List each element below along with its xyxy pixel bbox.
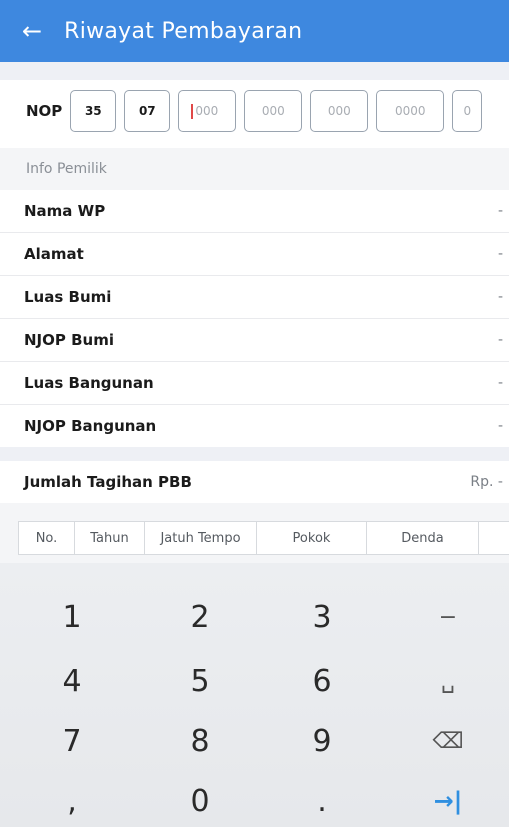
key-1[interactable]: 1: [22, 589, 122, 645]
key-5[interactable]: 5: [150, 653, 250, 709]
info-row-njop-bumi: NJOP Bumi -: [0, 319, 509, 362]
page-title: Riwayat Pembayaran: [64, 18, 303, 44]
column-header-no: No.: [19, 522, 75, 554]
key-3[interactable]: 3: [272, 589, 372, 645]
table-header: No. Tahun Jatuh Tempo Pokok Denda: [18, 521, 509, 555]
column-header-extra: [479, 522, 509, 554]
next-icon[interactable]: →|: [398, 773, 498, 829]
info-value: -: [497, 332, 503, 348]
info-list: Nama WP - Alamat - Luas Bumi - NJOP Bumi…: [0, 190, 509, 448]
column-header-denda: Denda: [367, 522, 479, 554]
info-row-luas-bangunan: Luas Bangunan -: [0, 362, 509, 405]
section-divider: [0, 447, 509, 461]
key-4[interactable]: 4: [22, 653, 122, 709]
nop-field-3-placeholder: 000: [195, 104, 219, 118]
back-button[interactable]: ←: [22, 0, 42, 62]
nop-label: NOP: [26, 102, 63, 120]
info-section-header: Info Pemilik: [0, 148, 509, 190]
nop-field-3[interactable]: 000: [178, 90, 237, 132]
info-label: Alamat: [24, 245, 84, 263]
nop-field-1[interactable]: 35: [70, 90, 117, 132]
key-2[interactable]: 2: [150, 589, 250, 645]
key-8[interactable]: 8: [150, 713, 250, 769]
info-value: -: [497, 289, 503, 305]
total-label: Jumlah Tagihan PBB: [24, 473, 192, 491]
key-comma[interactable]: ,: [22, 773, 122, 829]
minus-icon[interactable]: −: [398, 589, 498, 645]
info-value: -: [497, 246, 503, 262]
info-row-alamat: Alamat -: [0, 233, 509, 276]
nop-field-4[interactable]: 000: [244, 90, 303, 132]
space-icon[interactable]: ␣: [398, 653, 498, 709]
key-7[interactable]: 7: [22, 713, 122, 769]
column-header-pokok: Pokok: [257, 522, 367, 554]
info-value: -: [497, 418, 503, 434]
payment-table: No. Tahun Jatuh Tempo Pokok Denda: [0, 503, 509, 563]
info-label: NJOP Bangunan: [24, 417, 157, 435]
column-header-tahun: Tahun: [75, 522, 145, 554]
top-divider: [0, 62, 509, 80]
info-label: Luas Bumi: [24, 288, 112, 306]
total-row: Jumlah Tagihan PBB Rp. -: [0, 461, 509, 504]
key-0[interactable]: 0: [150, 773, 250, 829]
info-label: Luas Bangunan: [24, 374, 154, 392]
info-header-label: Info Pemilik: [26, 161, 107, 177]
key-period[interactable]: .: [272, 773, 372, 829]
info-value: -: [497, 375, 503, 391]
backspace-icon[interactable]: ⌫: [398, 713, 498, 769]
nop-field-5[interactable]: 000: [310, 90, 369, 132]
info-value: -: [497, 203, 503, 219]
app-bar: ← Riwayat Pembayaran: [0, 0, 509, 62]
nop-field-6[interactable]: 0000: [376, 90, 445, 132]
nop-field-7[interactable]: 0: [452, 90, 483, 132]
column-header-jatuh-tempo: Jatuh Tempo: [145, 522, 257, 554]
info-label: Nama WP: [24, 202, 106, 220]
info-row-luas-bumi: Luas Bumi -: [0, 276, 509, 319]
info-row-njop-bangunan: NJOP Bangunan -: [0, 405, 509, 448]
nop-row: NOP 35 07 000 000 000 0000 0: [0, 80, 509, 142]
numeric-keyboard: 1 2 3 − 4 5 6 ␣ 7 8 9 ⌫ , 0 . →|: [0, 563, 509, 827]
total-value: Rp. -: [470, 474, 503, 490]
key-6[interactable]: 6: [272, 653, 372, 709]
info-label: NJOP Bumi: [24, 331, 114, 349]
text-cursor: [191, 103, 194, 119]
arrow-left-icon: ←: [22, 17, 43, 45]
nop-field-2[interactable]: 07: [124, 90, 171, 132]
info-row-nama-wp: Nama WP -: [0, 190, 509, 233]
key-9[interactable]: 9: [272, 713, 372, 769]
